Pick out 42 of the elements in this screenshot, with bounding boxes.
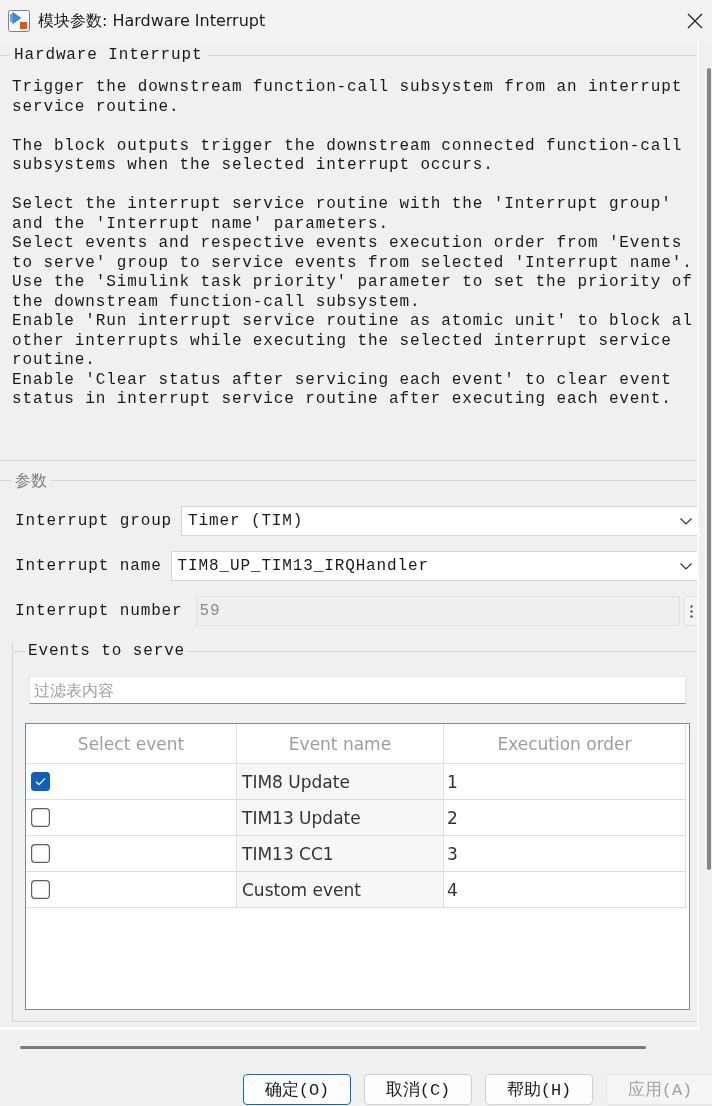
chevron-icon [680,517,692,525]
table-cell: 1 [444,764,686,800]
table-cell: Custom event [237,872,444,908]
description-text: Enable 'Run interrupt service routine as atomic unit' to block al other interrupts while executing the selected interrupt service routine. [12,312,694,371]
close-icon[interactable] [687,13,703,29]
checkbox[interactable] [31,772,50,791]
field-label: Interrupt group [15,512,173,530]
dialog-button[interactable]: 确定(O) [243,1074,351,1105]
scrollbar-thumb[interactable] [20,1046,646,1049]
dropdown[interactable]: Timer (TIM) [181,506,697,536]
table-cell: 3 [444,836,686,872]
checkbox[interactable] [31,808,50,827]
group-title: Events to serve [27,641,187,661]
description-text: Select the interrupt service routine with the 'Interrupt group' and the 'Interrupt name' parameters. [12,195,673,234]
vertical-dots-icon [689,604,693,618]
description-text: Enable 'Clear status after servicing each event' to clear event status in interrupt service routine after executing each event. [12,370,673,410]
checkbox[interactable] [31,844,50,863]
chevron-icon [680,562,692,570]
more-options-button[interactable] [684,596,697,626]
description-text: The block outputs trigger the downstream connected function-call subsystems when the selected interrupt occurs. [12,136,684,176]
scrollbar-thumb[interactable] [707,68,711,870]
dialog-button[interactable]: 取消(C) [364,1074,472,1105]
column-header: Select event [26,724,237,764]
field-label: Interrupt name [15,557,162,575]
dialog-button[interactable]: 帮助(H) [485,1074,593,1105]
group-title: 参数 [14,470,48,490]
app-icon [8,10,30,32]
checkbox[interactable] [31,880,50,899]
table-cell: TIM13 Update [237,800,444,836]
group-title: Hardware Interrupt [13,46,204,65]
description-text: Use the 'Simulink task priority' parameter to set the priority of the downstream function-call subsystem. [12,273,694,312]
table-cell: TIM13 CC1 [237,836,444,872]
dropdown[interactable]: TIM8_UP_TIM13_IRQHandler [170,551,697,581]
description-text: Select events and respective events execution order from 'Events to serve' group to service events from selected 'Interrupt name'. [12,234,694,273]
table-cell: TIM8 Update [237,764,444,800]
table-cell: 4 [444,872,686,908]
filter-field[interactable]: 过滤表内容 [29,676,686,704]
field-label: Interrupt number [15,602,183,620]
window-title: 模块参数: Hardware Interrupt [38,10,266,32]
column-header: Execution order [444,724,686,764]
description-text: Trigger the downstream function-call subsystem from an interrupt service routine. [12,78,684,117]
table-cell: 2 [444,800,686,836]
